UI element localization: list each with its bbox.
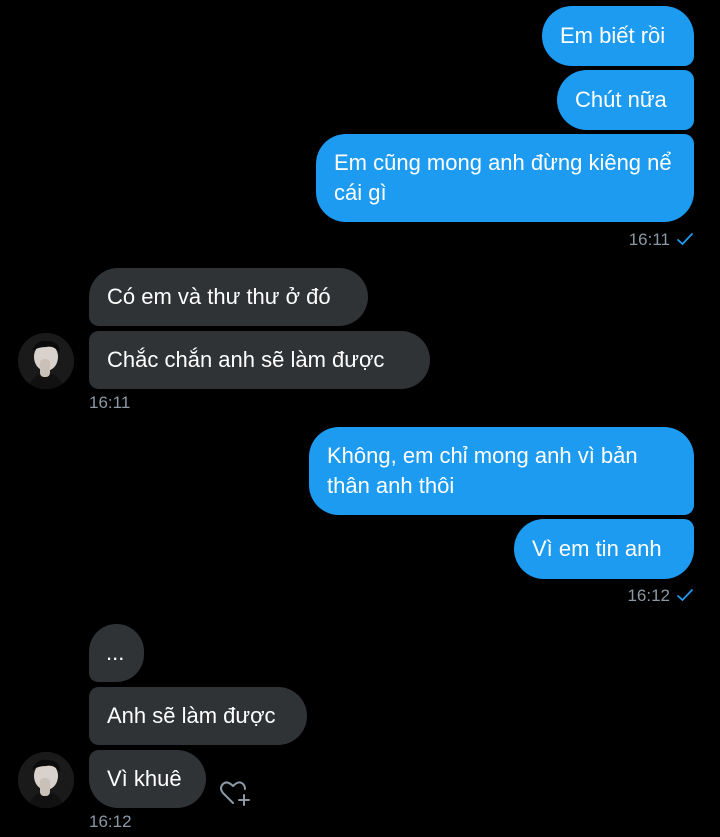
message-timestamp: 16:12	[89, 812, 132, 831]
message-bubble-received[interactable]: Anh sẽ làm được	[89, 687, 307, 745]
checkmark-icon	[676, 231, 694, 251]
message-timestamp: 16:11	[629, 230, 694, 251]
message-timestamp: 16:12	[627, 586, 694, 607]
avatar[interactable]	[18, 752, 74, 808]
message-bubble-sent[interactable]: Chút nữa	[557, 70, 694, 130]
message-bubble-received[interactable]: Chắc chắn anh sẽ làm được	[89, 331, 430, 389]
message-bubble-received[interactable]: ...	[89, 624, 144, 682]
message-timestamp: 16:11	[89, 393, 131, 412]
avatar[interactable]	[18, 333, 74, 389]
message-bubble-sent[interactable]: Em biết rồi	[542, 6, 694, 66]
message-bubble-received[interactable]: Có em và thư thư ở đó	[89, 268, 368, 326]
checkmark-icon	[676, 587, 694, 607]
message-bubble-sent[interactable]: Vì em tin anh	[514, 519, 694, 579]
message-bubble-sent[interactable]: Em cũng mong anh đừng kiêng nể cái gì	[316, 134, 694, 222]
message-text: Anh sẽ làm được	[107, 703, 276, 728]
message-text: Vì khuê	[107, 766, 182, 791]
message-bubble-sent[interactable]: Không, em chỉ mong anh vì bản thân anh t…	[309, 427, 694, 515]
message-text: Có em và thư thư ở đó	[107, 284, 331, 309]
message-bubble-received[interactable]: Vì khuê	[89, 750, 206, 808]
message-text: Vì em tin anh	[532, 536, 662, 561]
add-reaction-heart-icon[interactable]	[218, 778, 252, 808]
message-text: Chắc chắn anh sẽ làm được	[107, 347, 385, 372]
message-text: Em biết rồi	[560, 23, 666, 48]
message-text: ...	[106, 640, 125, 665]
message-text: Em cũng mong anh đừng kiêng nể cái gì	[334, 150, 672, 205]
message-text: Không, em chỉ mong anh vì bản thân anh t…	[327, 443, 638, 498]
message-text: Chút nữa	[575, 87, 667, 112]
